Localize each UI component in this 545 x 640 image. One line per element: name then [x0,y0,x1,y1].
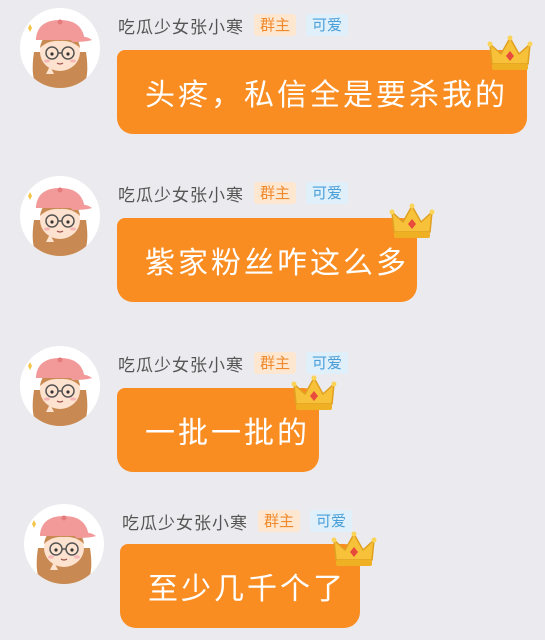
crown-icon [388,202,436,242]
crown-icon [486,34,534,74]
message-text: 紫家粉丝咋这么多 [145,246,409,281]
message-bubble[interactable]: 紫家粉丝咋这么多 [117,218,417,302]
owner-badge: 群主 [254,352,297,374]
girl-avatar-icon [20,176,100,256]
girl-avatar-icon [24,504,104,584]
sender-name[interactable]: 吃瓜少女张小寒 [118,351,244,376]
sender-name[interactable]: 吃瓜少女张小寒 [118,181,244,206]
avatar[interactable] [20,346,100,426]
girl-avatar-icon [20,346,100,426]
avatar[interactable] [20,176,100,256]
title-badge: 可爱 [310,510,353,532]
message-text: 一批一批的 [145,416,310,451]
message-text: 头疼，私信全是要杀我的 [145,78,508,113]
sender-row: 吃瓜少女张小寒 群主 可爱 [122,508,353,534]
sender-row: 吃瓜少女张小寒 群主 可爱 [118,12,349,38]
avatar[interactable] [20,8,100,88]
message-bubble[interactable]: 一批一批的 [117,388,319,472]
owner-badge: 群主 [254,14,297,36]
girl-avatar-icon [20,8,100,88]
title-badge: 可爱 [306,352,349,374]
crown-icon [290,374,338,414]
owner-badge: 群主 [254,182,297,204]
title-badge: 可爱 [306,182,349,204]
sender-row: 吃瓜少女张小寒 群主 可爱 [118,350,349,376]
avatar[interactable] [24,504,104,584]
sender-name[interactable]: 吃瓜少女张小寒 [118,13,244,38]
owner-badge: 群主 [258,510,301,532]
message-bubble[interactable]: 头疼，私信全是要杀我的 [117,50,527,134]
sender-row: 吃瓜少女张小寒 群主 可爱 [118,180,349,206]
crown-icon [330,530,378,570]
sender-name[interactable]: 吃瓜少女张小寒 [122,509,248,534]
title-badge: 可爱 [306,14,349,36]
message-text: 至少几千个了 [148,572,346,607]
message-bubble[interactable]: 至少几千个了 [120,544,360,628]
